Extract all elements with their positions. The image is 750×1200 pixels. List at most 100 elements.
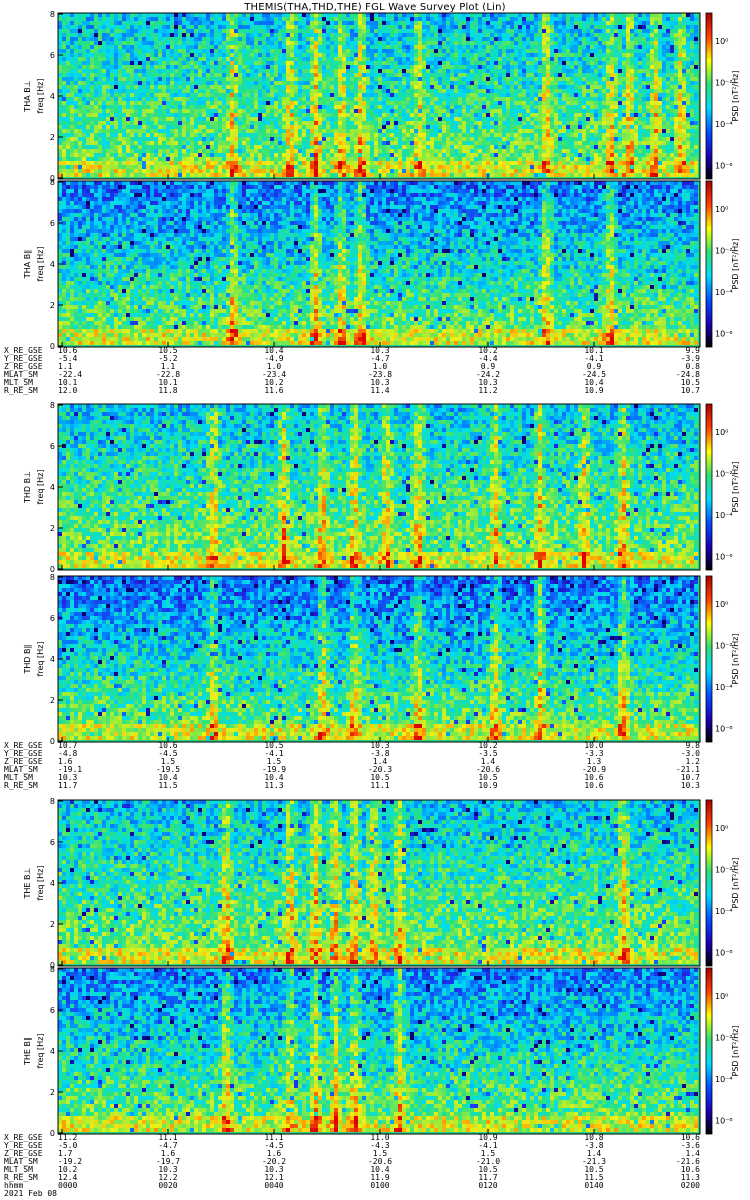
- y-tick-label: 8: [50, 797, 55, 806]
- y-tick-label: 0: [50, 342, 55, 351]
- ephemeris-block: X_RE_GSE 10.7 10.6 10.5 10.3 10.2 10.0 9.8Y_RE_…: [4, 741, 700, 790]
- panel-thd_bl: 02468THD B⊥ freq [Hz]10⁰10⁻²10⁻⁴10⁻⁶PSD […: [23, 401, 740, 574]
- colorbar-tick-label: 10⁻⁶: [715, 1117, 733, 1126]
- ephemeris-block: X_RE_GSE 10.6 10.5 10.4 10.3 10.2 10.1 9.9Y_RE_…: [4, 346, 700, 395]
- y-tick-label: 2: [50, 920, 55, 929]
- y-tick-label: 8: [50, 573, 55, 582]
- ephemeris-value: 11.2: [478, 386, 497, 395]
- y-tick-label: 2: [50, 1088, 55, 1097]
- y-tick-label: 4: [50, 483, 55, 492]
- panel-label: THE B∥: [23, 1037, 32, 1066]
- colorbar: [706, 576, 712, 742]
- spectrogram-figure: 0 2 4 6 8 THA B⊥ freq [Hz] 10⁰ 10⁻² 10⁻⁴ 10⁻⁶ PSD […: [0, 0, 750, 1200]
- ephemeris-value: 11.5: [158, 781, 177, 790]
- y-tick-label: 8: [50, 178, 55, 187]
- colorbar-tick-label: 10⁰: [715, 992, 728, 1001]
- ephemeris-value: 12.0: [58, 386, 77, 395]
- ephemeris-value: 10.9: [584, 386, 603, 395]
- ephemeris-value: 10.7: [681, 386, 700, 395]
- y-tick-label: 4: [50, 92, 55, 101]
- panel-label: THA B⊥: [23, 80, 32, 112]
- colorbar-tick-label: 10⁻²: [715, 1034, 733, 1043]
- ephemeris-value: 11.4: [370, 386, 389, 395]
- y-axis-label: freq [Hz]: [36, 866, 45, 901]
- colorbar-label: PSD [nT²/Hz]: [731, 1026, 740, 1077]
- ephemeris-value: 11.7: [58, 781, 77, 790]
- ephemeris-value: 0100: [370, 1181, 389, 1190]
- y-axis-label: freq [Hz]: [36, 79, 45, 114]
- ephemeris-value: 0040: [264, 1181, 283, 1190]
- y-tick-label: 2: [50, 524, 55, 533]
- ephemeris-value: 10.3: [681, 781, 700, 790]
- colorbar-label: PSD [nT²/Hz]: [731, 858, 740, 909]
- panel-tha_bll: 02468THA B∥ freq [Hz]10⁰10⁻²10⁻⁴10⁻⁶PSD […: [23, 178, 740, 351]
- colorbar-tick-label: 10⁰: [715, 824, 728, 833]
- y-tick-label: 6: [50, 838, 55, 847]
- colorbar-label: PSD [nT²/Hz]: [731, 239, 740, 290]
- colorbar-tick-label: 10⁻²: [715, 642, 733, 651]
- y-tick-label: 6: [50, 442, 55, 451]
- colorbar: [706, 181, 712, 347]
- panel-the_bll: 02468THE B∥ freq [Hz]10⁰10⁻²10⁻⁴10⁻⁶PSD […: [23, 965, 740, 1138]
- y-tick-label: 4: [50, 879, 55, 888]
- y-tick-label: 4: [50, 655, 55, 664]
- ephemeris-value: 10.6: [584, 781, 603, 790]
- y-tick-label: 0: [50, 1129, 55, 1138]
- panel-tha_bl: 02468THA B⊥ freq [Hz]10⁰10⁻²10⁻⁴10⁻⁶PSD […: [23, 10, 740, 183]
- colorbar: [706, 13, 712, 179]
- colorbar-tick-label: 10⁻⁶: [715, 949, 733, 958]
- ephemeris-value: 0200: [681, 1181, 700, 1190]
- colorbar-label: PSD [nT²/Hz]: [731, 71, 740, 122]
- panel-label: THA B∥: [23, 250, 32, 279]
- ephemeris-block: X_RE_GSE 11.2 11.1 11.1 11.0 10.9 10.8 10.6Y_RE…: [4, 1133, 700, 1198]
- ephemeris-value: 0020: [158, 1181, 177, 1190]
- ephemeris-value: 11.6: [264, 386, 283, 395]
- colorbar-tick-label: 10⁻⁶: [715, 725, 733, 734]
- colorbar-tick-label: 10⁻⁶: [715, 162, 733, 171]
- colorbar: [706, 404, 712, 570]
- ephemeris-value: 11.8: [158, 386, 177, 395]
- y-tick-label: 2: [50, 696, 55, 705]
- y-tick-label: 6: [50, 1006, 55, 1015]
- colorbar-label: PSD [nT²/Hz]: [731, 462, 740, 513]
- colorbar-tick-label: 10⁻⁶: [715, 330, 733, 339]
- y-tick-label: 4: [50, 260, 55, 269]
- ephemeris-value: 11.1: [370, 781, 389, 790]
- y-tick-label: 6: [50, 219, 55, 228]
- colorbar-tick-label: 10⁰: [715, 600, 728, 609]
- colorbar-tick-label: 10⁻⁴: [715, 907, 733, 916]
- panel-label: THE B⊥: [23, 867, 32, 899]
- ephemeris-row-name: R_RE_SM: [4, 781, 38, 790]
- colorbar-tick-label: 10⁻²: [715, 470, 733, 479]
- colorbar-tick-label: 10⁻⁶: [715, 553, 733, 562]
- y-tick-label: 2: [50, 133, 55, 142]
- colorbar-tick-label: 10⁻⁴: [715, 683, 733, 692]
- colorbar-tick-label: 10⁻²: [715, 247, 733, 256]
- ephemeris-value: 11.3: [264, 781, 283, 790]
- panel-the_bl: 02468THE B⊥ freq [Hz]10⁰10⁻²10⁻⁴10⁻⁶PSD […: [23, 797, 740, 970]
- colorbar-tick-label: 10⁰: [715, 37, 728, 46]
- colorbar-tick-label: 10⁰: [715, 205, 728, 214]
- y-axis-label: freq [Hz]: [36, 470, 45, 505]
- ephemeris-value: 0120: [478, 1181, 497, 1190]
- colorbar-tick-label: 10⁻⁴: [715, 511, 733, 520]
- ephemeris-value: 0140: [584, 1181, 603, 1190]
- y-axis-label: freq [Hz]: [36, 247, 45, 282]
- date-label: 2021 Feb 08: [4, 1189, 57, 1198]
- ephemeris-value: 10.9: [478, 781, 497, 790]
- y-tick-label: 6: [50, 614, 55, 623]
- y-tick-label: 0: [50, 737, 55, 746]
- y-axis-label: freq [Hz]: [36, 642, 45, 677]
- y-tick-label: 8: [50, 401, 55, 410]
- colorbar-tick-label: 10⁻²: [715, 79, 733, 88]
- y-tick-label: 6: [50, 51, 55, 60]
- y-axis-label: freq [Hz]: [36, 1034, 45, 1069]
- ephemeris-value: 0000: [58, 1181, 77, 1190]
- colorbar-tick-label: 10⁻²: [715, 866, 733, 875]
- y-tick-label: 8: [50, 965, 55, 974]
- y-tick-label: 8: [50, 10, 55, 19]
- y-tick-label: 2: [50, 301, 55, 310]
- panel-label: THD B∥: [23, 644, 32, 674]
- colorbar: [706, 968, 712, 1134]
- ephemeris-row-name: R_RE_SM: [4, 386, 38, 395]
